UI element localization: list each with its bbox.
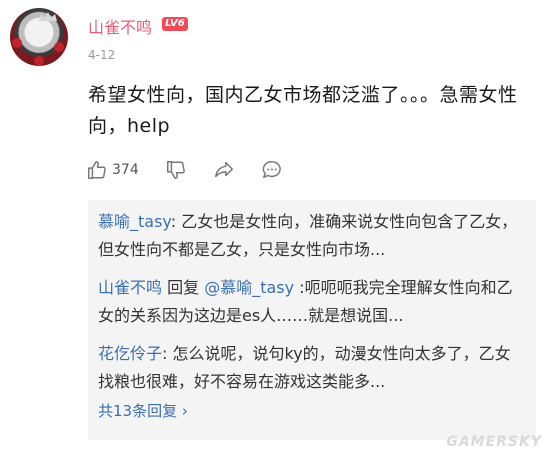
dislike-button[interactable]	[165, 159, 187, 181]
rose-decoration	[34, 56, 44, 66]
rose-decoration	[54, 42, 64, 52]
thumb-down-icon	[166, 161, 185, 179]
avatar[interactable]	[10, 8, 68, 66]
reply-word: 回复	[162, 278, 205, 297]
reply-thread: 慕喻_tasy: 乙女也是女性向，准确来说女性向包含了乙女，但女性向不都是乙女，…	[88, 200, 536, 440]
reply-item[interactable]: 花仡伶子: 怎么说呢，说句ky的，动漫女性向太多了，乙女找粮也很难，好不容易在游…	[98, 340, 526, 396]
thumb-up-icon	[88, 161, 106, 179]
like-count: 374	[112, 162, 139, 178]
reply-item[interactable]: 慕喻_tasy: 乙女也是女性向，准确来说女性向包含了乙女，但女性向不都是乙女，…	[98, 208, 526, 264]
comment-date: 4-12	[88, 48, 116, 62]
reply-author[interactable]: 花仡伶子	[98, 344, 162, 363]
comment-username[interactable]: 山雀不鸣	[88, 14, 152, 38]
watermark: GAMERSKY	[446, 434, 542, 450]
reply-button[interactable]	[261, 159, 283, 181]
reply-separator: :	[162, 344, 173, 363]
reply-author[interactable]: 慕喻_tasy	[98, 212, 171, 231]
level-badge: LV6	[162, 17, 188, 31]
reply-item[interactable]: 山雀不鸣 回复 @慕喻_tasy :呃呃呃我完全理解女性向和乙女的关系因为这边是…	[98, 274, 526, 330]
reply-separator: :	[170, 212, 182, 231]
reply-author[interactable]: 山雀不鸣	[98, 278, 162, 297]
reply-target[interactable]: @慕喻_tasy	[204, 278, 294, 297]
comment-icon	[262, 161, 281, 179]
reply-separator: :	[294, 278, 305, 297]
comment-actions: 374	[86, 156, 309, 184]
comment-text: 希望女性向，国内乙女市场都泛滥了。。。急需女性向，help	[88, 84, 518, 137]
share-icon	[214, 161, 233, 178]
like-button[interactable]: 374	[86, 159, 139, 181]
more-replies-link[interactable]: 共13条回复 ›	[98, 400, 188, 421]
rose-decoration	[12, 38, 22, 48]
crown-icon	[39, 12, 57, 21]
share-button[interactable]	[213, 159, 235, 181]
